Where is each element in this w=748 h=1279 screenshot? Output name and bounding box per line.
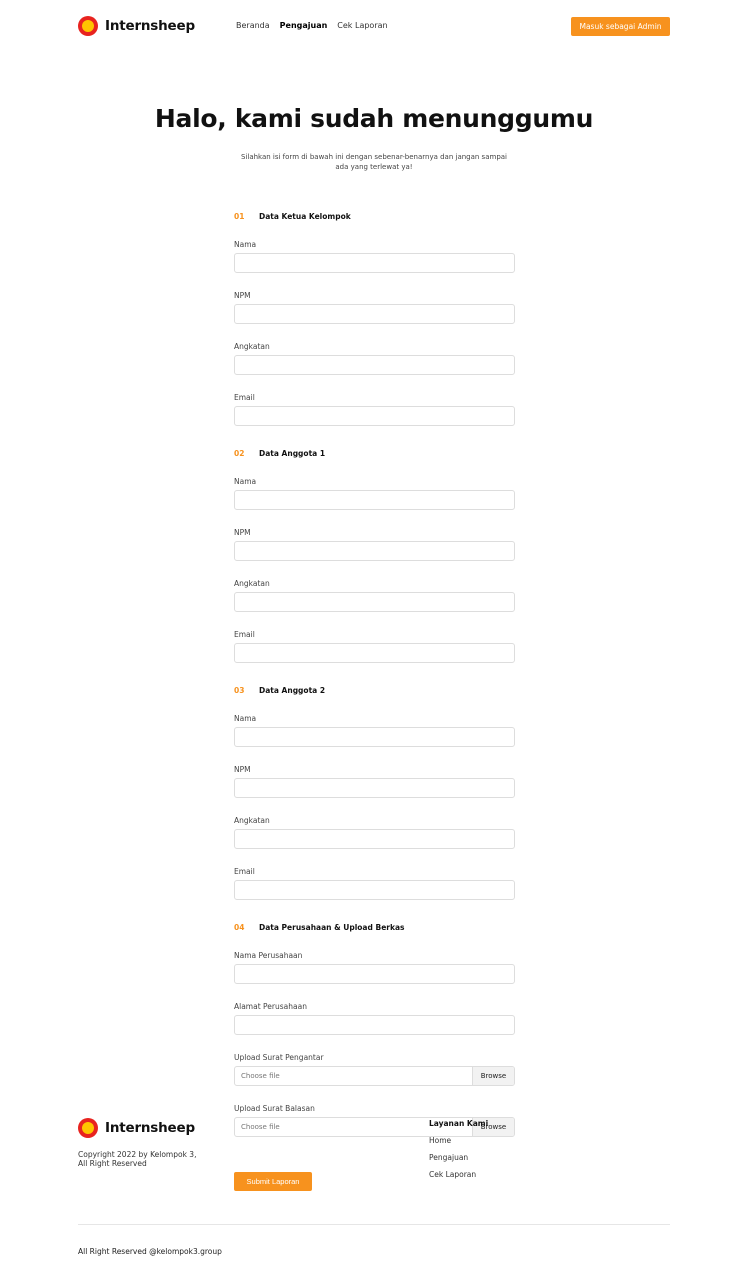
field-label: Alamat Perusahaan [234, 1002, 307, 1011]
field-label: Angkatan [234, 816, 270, 825]
section-heading: 01 Data Ketua Kelompok [234, 210, 515, 222]
sun-logo-icon [78, 1118, 98, 1138]
email-input[interactable] [234, 643, 515, 663]
footer-brand-logo[interactable]: Internsheep [78, 1118, 195, 1138]
copyright-line-1: Copyright 2022 by Kelompok 3, [78, 1150, 197, 1159]
section-heading: 03 Data Anggota 2 [234, 684, 515, 696]
field-label: Email [234, 393, 255, 402]
email-input[interactable] [234, 406, 515, 426]
upload-label: Upload Surat Balasan [234, 1104, 315, 1113]
field-label: Email [234, 630, 255, 639]
footer-divider [78, 1224, 670, 1225]
submission-form: 01 Data Ketua Kelompok Nama NPM Angkatan Emai… [234, 210, 515, 1191]
section-number: 01 [234, 211, 245, 221]
npm-input[interactable] [234, 541, 515, 561]
brand-logo[interactable]: Internsheep [78, 16, 195, 36]
field-label: NPM [234, 528, 251, 537]
field-label: Nama Perusahaan [234, 951, 303, 960]
section-title: Data Anggota 1 [259, 448, 326, 458]
sun-logo-icon [78, 16, 98, 36]
angkatan-input[interactable] [234, 829, 515, 849]
nav-links: Beranda Pengajuan Cek Laporan [236, 21, 388, 30]
nama-input[interactable] [234, 727, 515, 747]
upload-label: Upload Surat Pengantar [234, 1053, 324, 1062]
submit-report-button[interactable]: Submit Laporan [234, 1172, 312, 1191]
copyright-line-2: All Right Reserved [78, 1159, 147, 1168]
footer-link-home[interactable]: Home [429, 1136, 488, 1145]
form-section-1: 01 Data Ketua Kelompok Nama NPM Angkatan Emai… [234, 210, 515, 426]
footer-link-pengajuan[interactable]: Pengajuan [429, 1153, 488, 1162]
file-placeholder: Choose file [241, 1072, 280, 1080]
field-label: Nama [234, 477, 257, 486]
field-label: Nama [234, 240, 257, 249]
form-section-4: 04 Data Perusahaan & Upload Berkas Nama Pe… [234, 921, 515, 1137]
field-label: Nama [234, 714, 257, 723]
admin-login-button[interactable]: Masuk sebagai Admin [571, 17, 670, 36]
upload-surat-pengantar-file-input[interactable]: Choose file Browse [234, 1066, 515, 1086]
section-number: 03 [234, 685, 245, 695]
form-section-3: 03 Data Anggota 2 Nama NPM Angkatan Email [234, 684, 515, 900]
nama-perusahaan-input[interactable] [234, 964, 515, 984]
nav-link-cek-laporan[interactable]: Cek Laporan [337, 21, 387, 30]
field-label: Angkatan [234, 579, 270, 588]
field-label: NPM [234, 291, 251, 300]
form-section-2: 02 Data Anggota 1 Nama NPM Angkatan Email [234, 447, 515, 663]
email-input[interactable] [234, 880, 515, 900]
section-heading: 04 Data Perusahaan & Upload Berkas [234, 921, 515, 933]
brand-name: Internsheep [105, 18, 195, 34]
page-subtitle: Silahkan isi form di bawah ini dengan se… [240, 153, 507, 171]
section-title: Data Perusahaan & Upload Berkas [259, 922, 405, 932]
nav-link-pengajuan[interactable]: Pengajuan [280, 21, 328, 30]
alamat-perusahaan-input[interactable] [234, 1015, 515, 1035]
footer-brand-name: Internsheep [105, 1120, 195, 1136]
field-label: NPM [234, 765, 251, 774]
angkatan-input[interactable] [234, 592, 515, 612]
services-title: Layanan Kami [429, 1119, 489, 1128]
nav-link-beranda[interactable]: Beranda [236, 21, 270, 30]
angkatan-input[interactable] [234, 355, 515, 375]
footer-copyright: Copyright 2022 by Kelompok 3, All Right … [78, 1150, 218, 1168]
nama-input[interactable] [234, 490, 515, 510]
footer-services: Layanan Kami Home Pengajuan Cek Laporan [429, 1118, 488, 1179]
field-label: Email [234, 867, 255, 876]
npm-input[interactable] [234, 778, 515, 798]
section-heading: 02 Data Anggota 1 [234, 447, 515, 459]
services-list: Home Pengajuan Cek Laporan [429, 1136, 488, 1179]
nama-input[interactable] [234, 253, 515, 273]
section-title: Data Anggota 2 [259, 685, 326, 695]
field-label: Angkatan [234, 342, 270, 351]
section-number: 04 [234, 922, 245, 932]
page-title: Halo, kami sudah menunggumu [154, 104, 594, 133]
browse-button[interactable]: Browse [472, 1067, 514, 1085]
section-title: Data Ketua Kelompok [259, 211, 351, 221]
footer-bottom-text: All Right Reserved @kelompok3.group [78, 1247, 222, 1256]
npm-input[interactable] [234, 304, 515, 324]
footer-link-cek-laporan[interactable]: Cek Laporan [429, 1170, 488, 1179]
section-number: 02 [234, 448, 245, 458]
top-navbar: Internsheep Beranda Pengajuan Cek Lapora… [78, 14, 670, 40]
